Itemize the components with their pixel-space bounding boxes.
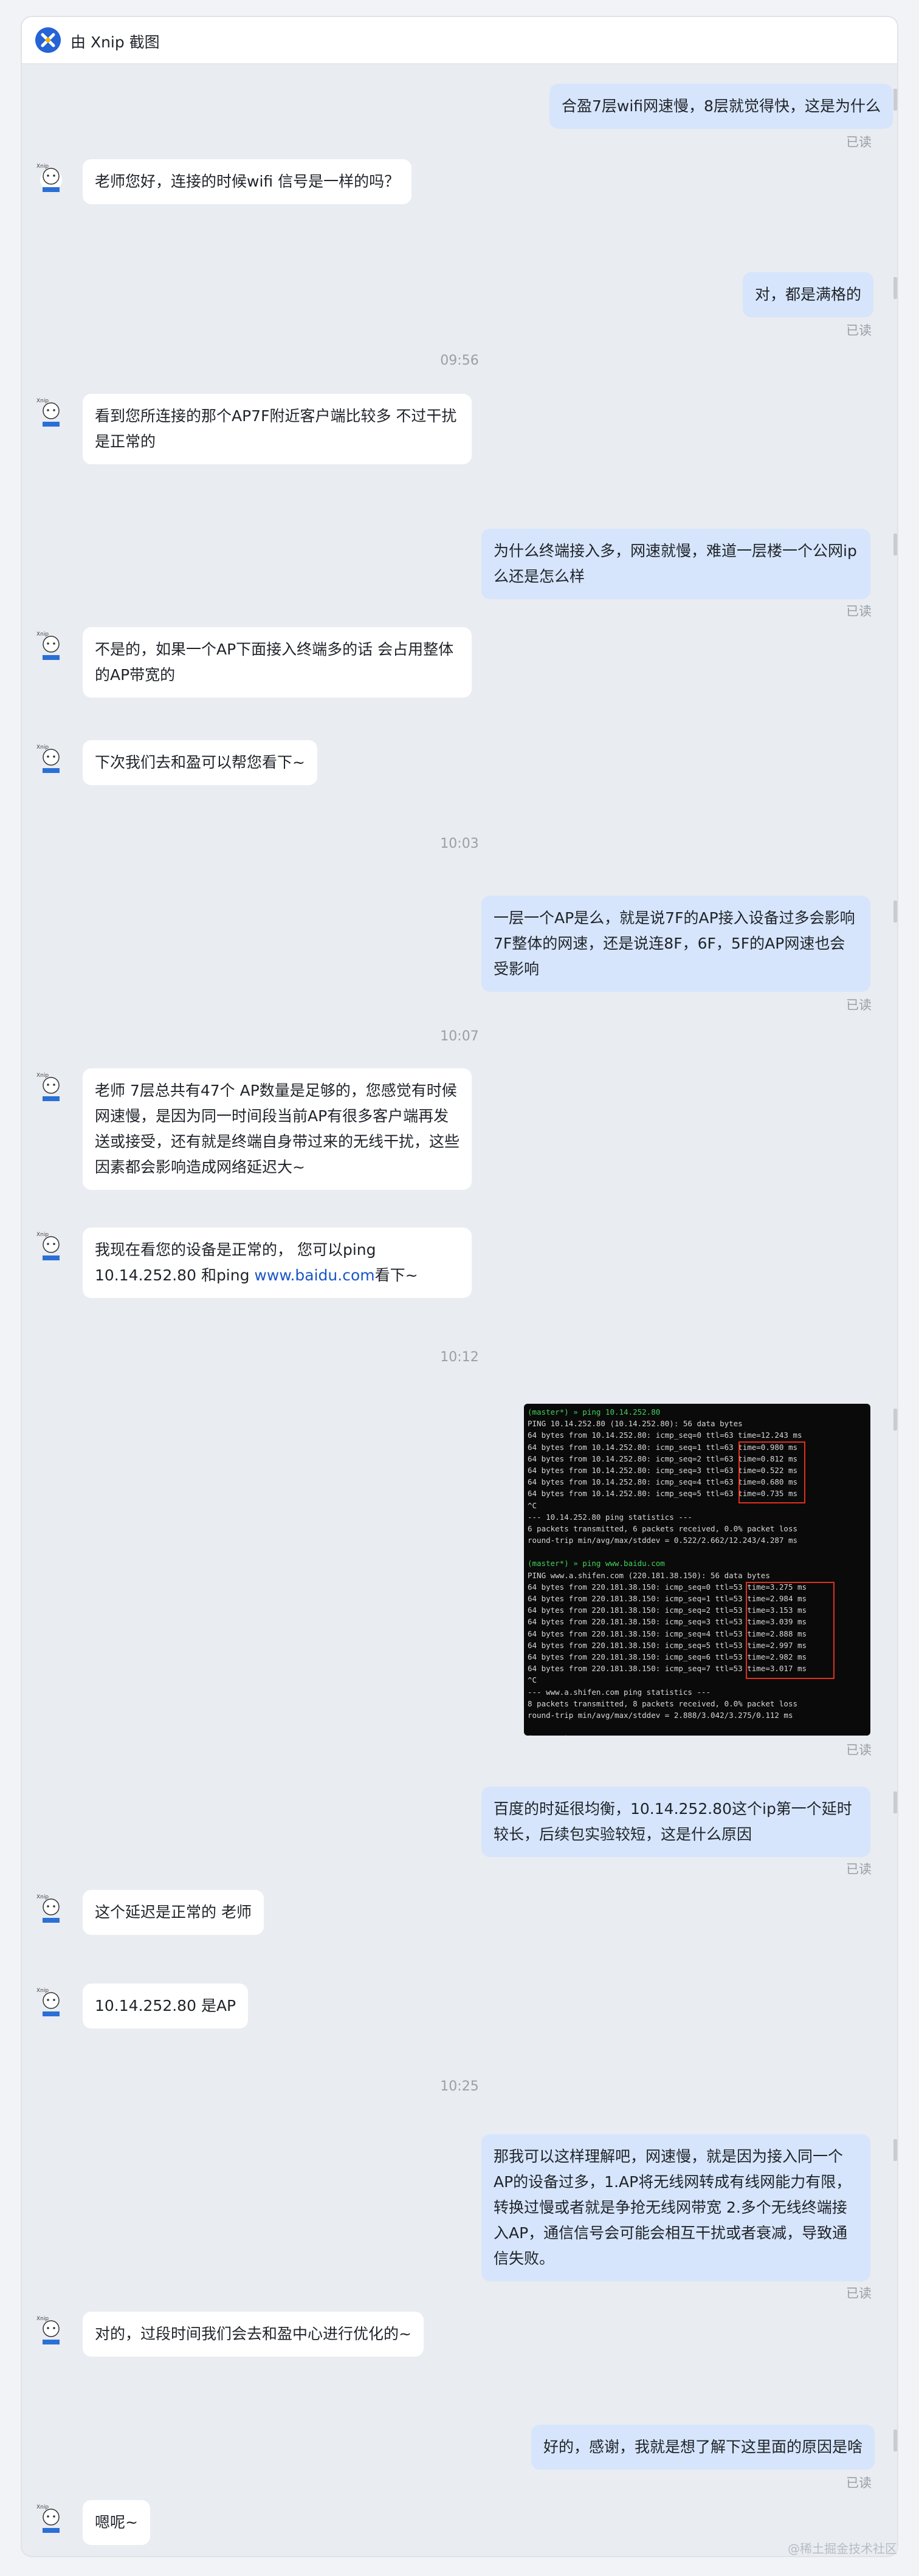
- agent-avatar[interactable]: Xnip: [33, 627, 69, 664]
- latency-highlight-box: [746, 1582, 835, 1679]
- svg-text:Xnip: Xnip: [36, 163, 49, 170]
- message-bubble-incoming[interactable]: 老师您好，连接的时候wifi 信号是一样的吗？: [83, 159, 412, 204]
- svg-text:Xnip: Xnip: [36, 1073, 49, 1079]
- agent-avatar[interactable]: Xnip: [33, 159, 69, 196]
- terminal-line: (master*) » ping 10.14.252.80: [528, 1407, 661, 1417]
- agent-avatar[interactable]: Xnip: [33, 2500, 69, 2537]
- message-bubble-incoming[interactable]: 下次我们去和盈可以帮您看下~: [83, 740, 317, 785]
- message-bubble-incoming[interactable]: 嗯呢~: [83, 2500, 150, 2545]
- terminal-line: 64 bytes from 10.14.252.80: icmp_seq=2 t…: [528, 1454, 798, 1463]
- scroll-edge: [893, 89, 897, 111]
- timestamp: 10:12: [440, 1350, 479, 1365]
- terminal-line: ^C: [528, 1500, 537, 1510]
- message-bubble-incoming[interactable]: 我现在看您的设备是正常的， 您可以ping 10.14.252.80 和ping…: [83, 1228, 472, 1298]
- window-title: 由 Xnip 截图: [71, 33, 160, 51]
- message-bubble-outgoing[interactable]: 合盈7层wifi网速慢，8层就觉得快，这是为什么: [549, 84, 893, 129]
- agent-avatar[interactable]: Xnip: [33, 1228, 69, 1264]
- terminal-line: 64 bytes from 10.14.252.80: icmp_seq=4 t…: [528, 1477, 798, 1487]
- terminal-line: 64 bytes from 10.14.252.80: icmp_seq=1 t…: [528, 1442, 798, 1452]
- xnip-app-icon: [35, 27, 61, 53]
- message-bubble-outgoing[interactable]: 对，都是满格的: [743, 272, 874, 317]
- message-bubble-incoming[interactable]: 这个延迟是正常的 老师: [83, 1890, 264, 1935]
- terminal-line: --- www.a.shifen.com ping statistics ---: [528, 1687, 711, 1697]
- scroll-edge: [893, 1409, 897, 1431]
- agent-avatar[interactable]: Xnip: [33, 740, 69, 777]
- svg-text:Xnip: Xnip: [36, 631, 49, 637]
- message-bubble-outgoing[interactable]: 为什么终端接入多，网速就慢，难道一层楼一个公网ip么还是怎么样: [481, 529, 870, 599]
- svg-text:Xnip: Xnip: [36, 398, 49, 404]
- terminal-line: round-trip min/avg/max/stddev = 2.888/3.…: [528, 1710, 793, 1720]
- message-bubble-outgoing[interactable]: 好的，感谢，我就是想了解下这里面的原因是啥: [531, 2425, 875, 2470]
- terminal-line: round-trip min/avg/max/stddev = 0.522/2.…: [528, 1536, 798, 1545]
- terminal-line: 6 packets transmitted, 6 packets receive…: [528, 1523, 798, 1533]
- read-status: 已读: [846, 1743, 872, 1757]
- message-bubble-incoming[interactable]: 10.14.252.80 是AP: [83, 1984, 249, 2028]
- terminal-output: (master*) » ping 10.14.252.80 PING 10.14.…: [528, 1406, 867, 1736]
- read-status: 已读: [846, 998, 872, 1012]
- svg-text:Xnip: Xnip: [36, 1894, 49, 1900]
- latency-highlight-box: [738, 1441, 805, 1503]
- read-status: 已读: [846, 323, 872, 338]
- terminal-line: (master*) » ping www.baidu.com: [528, 1559, 665, 1568]
- read-status: 已读: [846, 135, 872, 149]
- terminal-line: PING 10.14.252.80 (10.14.252.80): 56 dat…: [528, 1419, 743, 1429]
- timestamp: 10:03: [440, 836, 479, 851]
- message-bubble-incoming[interactable]: 对的，过段时间我们会去和盈中心进行优化的~: [83, 2312, 424, 2357]
- read-status: 已读: [846, 604, 872, 619]
- scroll-edge: [893, 277, 897, 299]
- scroll-edge: [893, 2430, 897, 2451]
- timestamp: 09:56: [440, 353, 479, 368]
- message-bubble-outgoing[interactable]: 那我可以这样理解吧，网速慢，就是因为接入同一个AP的设备过多，1.AP将无线网转…: [481, 2134, 870, 2281]
- message-bubble-incoming[interactable]: 老师 7层总共有47个 AP数量是足够的，您感觉有时候网速慢，是因为同一时间段当…: [83, 1068, 472, 1190]
- message-bubble-outgoing[interactable]: 一层一个AP是么，就是说7F的AP接入设备过多会影响7F整体的网速，还是说连8F…: [481, 896, 870, 992]
- agent-avatar[interactable]: Xnip: [33, 394, 69, 430]
- agent-avatar[interactable]: Xnip: [33, 1068, 69, 1105]
- read-status: 已读: [846, 2476, 872, 2490]
- title-bar: 由 Xnip 截图: [22, 17, 897, 64]
- timestamp: 10:25: [440, 2079, 479, 2094]
- terminal-line: --- 10.14.252.80 ping statistics ---: [528, 1512, 692, 1522]
- scroll-edge: [893, 1791, 897, 1813]
- terminal-line: PING www.a.shifen.com (220.181.38.150): …: [528, 1570, 770, 1580]
- message-bubble-incoming[interactable]: 看到您所连接的那个AP7F附近客户端比较多 不过干扰是正常的: [83, 394, 472, 464]
- scroll-edge: [893, 901, 897, 922]
- message-bubble-incoming[interactable]: 不是的，如果一个AP下面接入终端多的话 会占用整体的AP带宽的: [83, 627, 472, 698]
- chat-window: 由 Xnip 截图 合盈7层wifi网速慢，8层就觉得快，这是为什么 已读 Xn…: [22, 17, 897, 2556]
- message-bubble-outgoing[interactable]: 百度的时延很均衡，10.14.252.80这个ip第一个延时较长，后续包实验较短…: [481, 1787, 870, 1857]
- terminal-line: 8 packets transmitted, 8 packets receive…: [528, 1698, 798, 1708]
- terminal-line: 64 bytes from 10.14.252.80: icmp_seq=5 t…: [528, 1489, 798, 1499]
- svg-text:Xnip: Xnip: [36, 744, 49, 750]
- read-status: 已读: [846, 2286, 872, 2301]
- svg-text:Xnip: Xnip: [36, 1988, 49, 1994]
- agent-avatar[interactable]: Xnip: [33, 1890, 69, 1926]
- timestamp: 10:07: [440, 1029, 479, 1044]
- terminal-line: 64 bytes from 10.14.252.80: icmp_seq=0 t…: [528, 1431, 802, 1440]
- terminal-screenshot-image[interactable]: (master*) » ping 10.14.252.80 PING 10.14.…: [524, 1404, 870, 1736]
- scroll-edge: [893, 2139, 897, 2161]
- svg-text:Xnip: Xnip: [36, 2316, 49, 2322]
- message-text: 看下~: [374, 1266, 418, 1284]
- terminal-line: 64 bytes from 10.14.252.80: icmp_seq=3 t…: [528, 1465, 798, 1475]
- watermark: @稀土掘金技术社区: [788, 2541, 897, 2556]
- scroll-edge: [893, 534, 897, 555]
- svg-text:Xnip: Xnip: [36, 1232, 49, 1238]
- agent-avatar[interactable]: Xnip: [33, 2312, 69, 2348]
- baidu-link[interactable]: www.baidu.com: [254, 1266, 374, 1284]
- agent-avatar[interactable]: Xnip: [33, 1984, 69, 2020]
- terminal-line: (master*) »: [528, 1733, 867, 1736]
- read-status: 已读: [846, 1862, 872, 1877]
- svg-text:Xnip: Xnip: [36, 2504, 49, 2510]
